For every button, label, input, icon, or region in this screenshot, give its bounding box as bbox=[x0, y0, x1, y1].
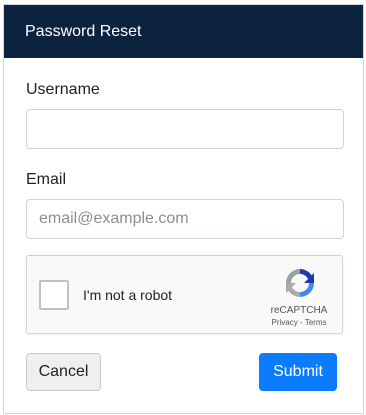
dialog-header: Password Reset bbox=[4, 5, 363, 58]
captcha-links[interactable]: Privacy - Terms bbox=[259, 318, 339, 327]
captcha-brand: reCAPTCHA bbox=[270, 305, 328, 316]
cancel-button[interactable]: Cancel bbox=[26, 353, 101, 391]
password-reset-dialog: Password Reset Username Email I'm not a … bbox=[3, 4, 364, 414]
captcha-label: I'm not a robot bbox=[83, 287, 173, 303]
email-input[interactable] bbox=[26, 199, 344, 239]
captcha-checkbox[interactable] bbox=[39, 280, 69, 310]
recaptcha-widget: I'm not a robot reCAPTCHA Privacy - Term… bbox=[26, 255, 343, 334]
username-label: Username bbox=[26, 81, 100, 98]
username-input[interactable] bbox=[26, 109, 344, 149]
dialog-title: Password Reset bbox=[25, 23, 142, 40]
recaptcha-logo-icon bbox=[286, 269, 314, 297]
submit-button[interactable]: Submit bbox=[259, 353, 337, 391]
email-label: Email bbox=[26, 171, 67, 188]
